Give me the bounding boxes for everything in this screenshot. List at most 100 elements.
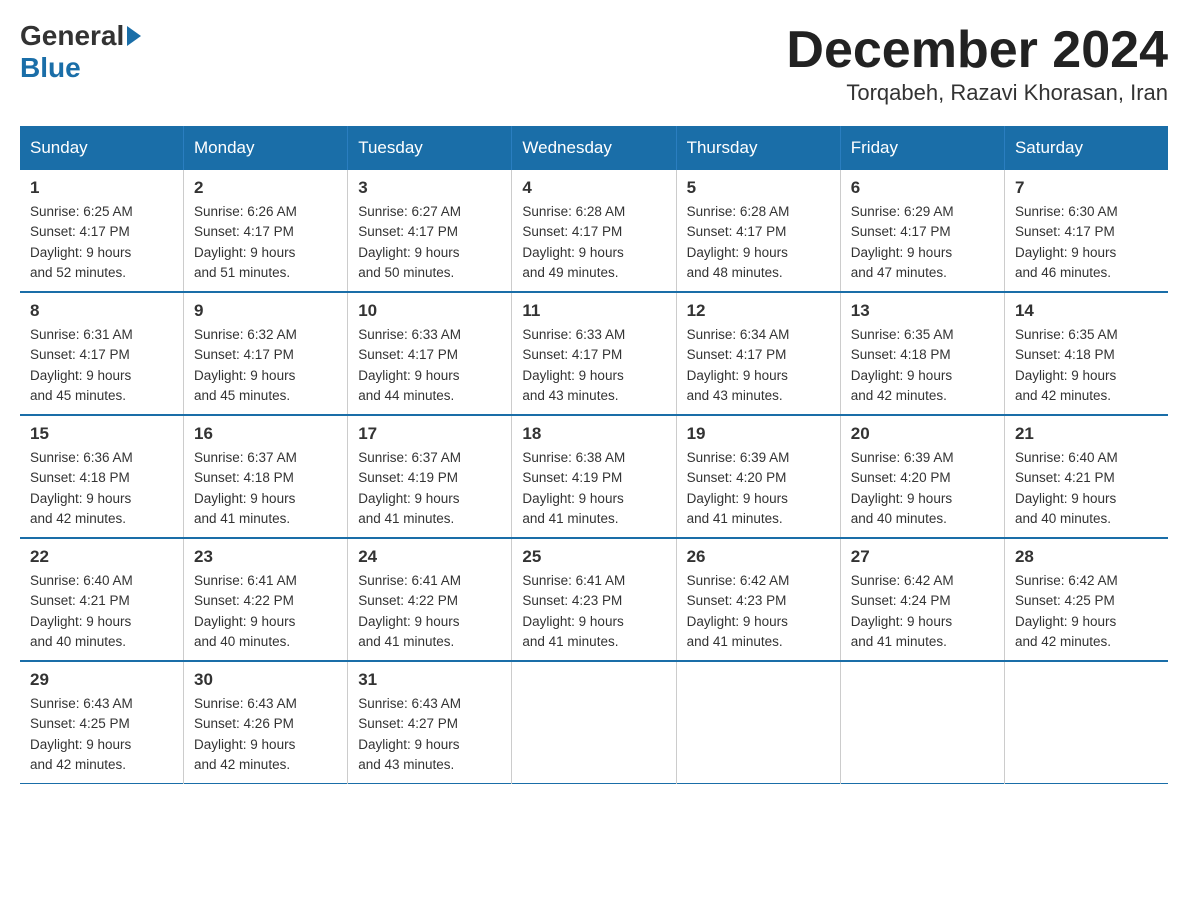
column-header-saturday: Saturday <box>1004 126 1168 170</box>
day-number: 8 <box>30 301 173 321</box>
day-number: 13 <box>851 301 994 321</box>
day-info: Sunrise: 6:43 AM Sunset: 4:25 PM Dayligh… <box>30 694 173 775</box>
column-header-friday: Friday <box>840 126 1004 170</box>
day-info: Sunrise: 6:42 AM Sunset: 4:24 PM Dayligh… <box>851 571 994 652</box>
day-number: 9 <box>194 301 337 321</box>
day-info: Sunrise: 6:35 AM Sunset: 4:18 PM Dayligh… <box>851 325 994 406</box>
day-info: Sunrise: 6:40 AM Sunset: 4:21 PM Dayligh… <box>1015 448 1158 529</box>
column-header-tuesday: Tuesday <box>348 126 512 170</box>
day-number: 4 <box>522 178 665 198</box>
day-info: Sunrise: 6:39 AM Sunset: 4:20 PM Dayligh… <box>851 448 994 529</box>
page-header: General Blue December 2024 Torqabeh, Raz… <box>20 20 1168 106</box>
day-info: Sunrise: 6:37 AM Sunset: 4:18 PM Dayligh… <box>194 448 337 529</box>
column-header-monday: Monday <box>184 126 348 170</box>
week-row-3: 15 Sunrise: 6:36 AM Sunset: 4:18 PM Dayli… <box>20 415 1168 538</box>
day-info: Sunrise: 6:27 AM Sunset: 4:17 PM Dayligh… <box>358 202 501 283</box>
day-cell: 15 Sunrise: 6:36 AM Sunset: 4:18 PM Dayli… <box>20 415 184 538</box>
day-info: Sunrise: 6:25 AM Sunset: 4:17 PM Dayligh… <box>30 202 173 283</box>
day-number: 6 <box>851 178 994 198</box>
day-cell: 4Sunrise: 6:28 AM Sunset: 4:17 PM Daylig… <box>512 170 676 292</box>
day-cell: 26 Sunrise: 6:42 AM Sunset: 4:23 PM Dayli… <box>676 538 840 661</box>
day-number: 21 <box>1015 424 1158 444</box>
day-number: 2 <box>194 178 337 198</box>
title-section: December 2024 Torqabeh, Razavi Khorasan,… <box>786 20 1168 106</box>
day-cell: 31 Sunrise: 6:43 AM Sunset: 4:27 PM Dayli… <box>348 661 512 784</box>
day-info: Sunrise: 6:42 AM Sunset: 4:25 PM Dayligh… <box>1015 571 1158 652</box>
day-number: 7 <box>1015 178 1158 198</box>
column-header-sunday: Sunday <box>20 126 184 170</box>
calendar-table: SundayMondayTuesdayWednesdayThursdayFrid… <box>20 126 1168 784</box>
day-info: Sunrise: 6:32 AM Sunset: 4:17 PM Dayligh… <box>194 325 337 406</box>
day-info: Sunrise: 6:33 AM Sunset: 4:17 PM Dayligh… <box>522 325 665 406</box>
day-cell: 28Sunrise: 6:42 AM Sunset: 4:25 PM Dayli… <box>1004 538 1168 661</box>
week-row-4: 22 Sunrise: 6:40 AM Sunset: 4:21 PM Dayli… <box>20 538 1168 661</box>
day-cell: 8Sunrise: 6:31 AM Sunset: 4:17 PM Daylig… <box>20 292 184 415</box>
week-row-1: 1 Sunrise: 6:25 AM Sunset: 4:17 PM Daylig… <box>20 170 1168 292</box>
day-cell: 11 Sunrise: 6:33 AM Sunset: 4:17 PM Dayli… <box>512 292 676 415</box>
day-number: 14 <box>1015 301 1158 321</box>
day-number: 23 <box>194 547 337 567</box>
day-number: 15 <box>30 424 173 444</box>
day-cell: 16 Sunrise: 6:37 AM Sunset: 4:18 PM Dayli… <box>184 415 348 538</box>
day-cell: 22 Sunrise: 6:40 AM Sunset: 4:21 PM Dayli… <box>20 538 184 661</box>
day-number: 30 <box>194 670 337 690</box>
week-row-2: 8Sunrise: 6:31 AM Sunset: 4:17 PM Daylig… <box>20 292 1168 415</box>
day-cell: 12Sunrise: 6:34 AM Sunset: 4:17 PM Dayli… <box>676 292 840 415</box>
day-info: Sunrise: 6:42 AM Sunset: 4:23 PM Dayligh… <box>687 571 830 652</box>
day-number: 12 <box>687 301 830 321</box>
day-number: 26 <box>687 547 830 567</box>
day-number: 17 <box>358 424 501 444</box>
day-number: 5 <box>687 178 830 198</box>
day-info: Sunrise: 6:41 AM Sunset: 4:22 PM Dayligh… <box>358 571 501 652</box>
day-info: Sunrise: 6:38 AM Sunset: 4:19 PM Dayligh… <box>522 448 665 529</box>
calendar-header-row: SundayMondayTuesdayWednesdayThursdayFrid… <box>20 126 1168 170</box>
day-cell: 19Sunrise: 6:39 AM Sunset: 4:20 PM Dayli… <box>676 415 840 538</box>
day-number: 16 <box>194 424 337 444</box>
day-number: 1 <box>30 178 173 198</box>
day-info: Sunrise: 6:43 AM Sunset: 4:27 PM Dayligh… <box>358 694 501 775</box>
week-row-5: 29 Sunrise: 6:43 AM Sunset: 4:25 PM Dayli… <box>20 661 1168 784</box>
day-number: 11 <box>522 301 665 321</box>
day-info: Sunrise: 6:35 AM Sunset: 4:18 PM Dayligh… <box>1015 325 1158 406</box>
day-cell: 24 Sunrise: 6:41 AM Sunset: 4:22 PM Dayli… <box>348 538 512 661</box>
day-cell: 6 Sunrise: 6:29 AM Sunset: 4:17 PM Daylig… <box>840 170 1004 292</box>
day-cell: 14 Sunrise: 6:35 AM Sunset: 4:18 PM Dayli… <box>1004 292 1168 415</box>
day-cell: 3Sunrise: 6:27 AM Sunset: 4:17 PM Daylig… <box>348 170 512 292</box>
column-header-wednesday: Wednesday <box>512 126 676 170</box>
day-cell: 9 Sunrise: 6:32 AM Sunset: 4:17 PM Daylig… <box>184 292 348 415</box>
day-cell: 13 Sunrise: 6:35 AM Sunset: 4:18 PM Dayli… <box>840 292 1004 415</box>
day-cell: 30 Sunrise: 6:43 AM Sunset: 4:26 PM Dayli… <box>184 661 348 784</box>
day-number: 25 <box>522 547 665 567</box>
day-cell: 10 Sunrise: 6:33 AM Sunset: 4:17 PM Dayli… <box>348 292 512 415</box>
day-info: Sunrise: 6:36 AM Sunset: 4:18 PM Dayligh… <box>30 448 173 529</box>
day-info: Sunrise: 6:40 AM Sunset: 4:21 PM Dayligh… <box>30 571 173 652</box>
day-number: 18 <box>522 424 665 444</box>
logo: General Blue <box>20 20 143 84</box>
day-info: Sunrise: 6:37 AM Sunset: 4:19 PM Dayligh… <box>358 448 501 529</box>
day-cell: 27Sunrise: 6:42 AM Sunset: 4:24 PM Dayli… <box>840 538 1004 661</box>
day-info: Sunrise: 6:26 AM Sunset: 4:17 PM Dayligh… <box>194 202 337 283</box>
day-number: 29 <box>30 670 173 690</box>
logo-arrow-icon <box>127 26 141 46</box>
day-info: Sunrise: 6:43 AM Sunset: 4:26 PM Dayligh… <box>194 694 337 775</box>
day-cell: 20 Sunrise: 6:39 AM Sunset: 4:20 PM Dayli… <box>840 415 1004 538</box>
day-info: Sunrise: 6:29 AM Sunset: 4:17 PM Dayligh… <box>851 202 994 283</box>
day-number: 20 <box>851 424 994 444</box>
day-cell: 7 Sunrise: 6:30 AM Sunset: 4:17 PM Daylig… <box>1004 170 1168 292</box>
day-info: Sunrise: 6:39 AM Sunset: 4:20 PM Dayligh… <box>687 448 830 529</box>
logo-blue-text: Blue <box>20 52 81 83</box>
logo-general-text: General <box>20 20 124 52</box>
day-info: Sunrise: 6:30 AM Sunset: 4:17 PM Dayligh… <box>1015 202 1158 283</box>
day-cell: 2 Sunrise: 6:26 AM Sunset: 4:17 PM Daylig… <box>184 170 348 292</box>
day-number: 24 <box>358 547 501 567</box>
day-info: Sunrise: 6:41 AM Sunset: 4:23 PM Dayligh… <box>522 571 665 652</box>
day-info: Sunrise: 6:33 AM Sunset: 4:17 PM Dayligh… <box>358 325 501 406</box>
day-cell <box>512 661 676 784</box>
day-number: 22 <box>30 547 173 567</box>
day-cell: 21 Sunrise: 6:40 AM Sunset: 4:21 PM Dayli… <box>1004 415 1168 538</box>
day-number: 10 <box>358 301 501 321</box>
day-cell <box>1004 661 1168 784</box>
day-cell: 1 Sunrise: 6:25 AM Sunset: 4:17 PM Daylig… <box>20 170 184 292</box>
day-cell <box>840 661 1004 784</box>
day-number: 31 <box>358 670 501 690</box>
